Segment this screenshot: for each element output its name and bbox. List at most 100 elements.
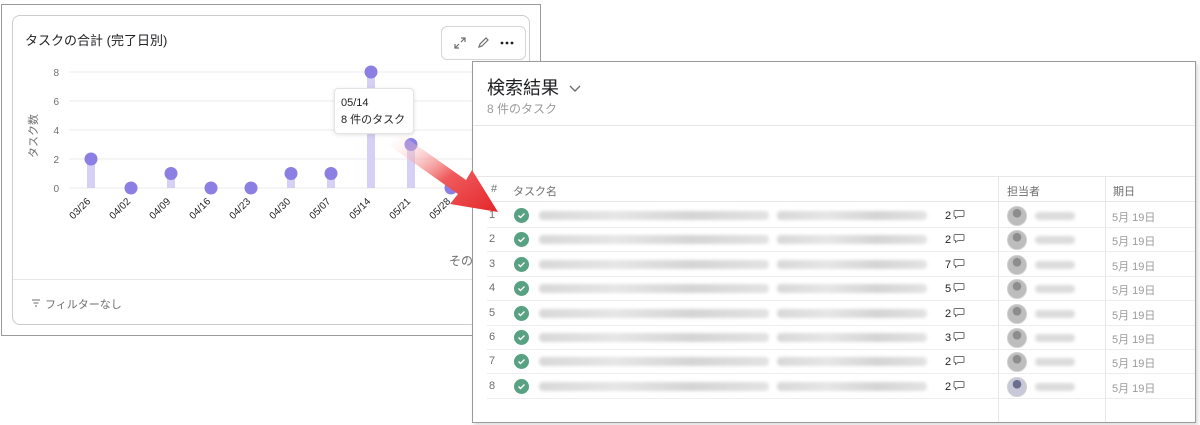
table-row[interactable]: 8 2 5月 19日 <box>487 375 1195 399</box>
comment-count[interactable]: 2 <box>945 307 965 321</box>
point-03/26[interactable] <box>84 152 98 166</box>
table-header: # タスク名 担当者 期日 <box>473 176 1195 202</box>
avatar[interactable] <box>1007 303 1027 324</box>
x-tick-label: 05/07 <box>308 196 334 222</box>
completed-check-icon[interactable] <box>514 208 529 223</box>
comment-count[interactable]: 2 <box>945 355 965 369</box>
comment-count-value: 2 <box>945 234 952 247</box>
point-04/02[interactable] <box>124 181 138 195</box>
avatar[interactable] <box>1007 206 1027 226</box>
point-04/23[interactable] <box>244 181 258 195</box>
task-name-redacted <box>777 381 927 391</box>
comment-count-value: 2 <box>945 210 952 222</box>
tooltip-date: 05/14 <box>341 97 369 109</box>
completed-check-icon[interactable] <box>514 305 529 321</box>
due-date[interactable]: 5月 19日 <box>1112 307 1155 323</box>
assignee-name-redacted <box>1035 236 1075 245</box>
row-number: 4 <box>489 282 496 295</box>
footer-divider <box>13 279 529 280</box>
due-date[interactable]: 5月 19日 <box>1112 331 1155 347</box>
results-count: 8 件のタスク <box>487 102 558 116</box>
point-05/14[interactable] <box>364 65 378 79</box>
row-number: 2 <box>489 233 496 246</box>
due-date[interactable]: 5月 19日 <box>1112 233 1155 249</box>
x-tick-label: 04/09 <box>148 196 174 222</box>
row-number: 5 <box>489 306 496 319</box>
y-tick-label: 4 <box>53 126 59 137</box>
comment-count-value: 5 <box>945 283 952 296</box>
comment-count-value: 3 <box>945 332 952 344</box>
filter-icon <box>31 298 41 311</box>
point-05/07[interactable] <box>324 167 338 180</box>
assignee-name-redacted <box>1035 334 1075 342</box>
comment-icon <box>953 380 965 394</box>
completed-check-icon[interactable] <box>514 232 529 248</box>
completed-check-icon[interactable] <box>514 281 529 297</box>
table-row[interactable]: 4 5 5月 19日 <box>487 277 1195 302</box>
task-name-redacted <box>539 357 769 367</box>
task-name-redacted <box>539 211 769 220</box>
col-header-task[interactable]: タスク名 <box>513 183 557 199</box>
x-tick-label: 04/02 <box>108 196 134 222</box>
point-04/09[interactable] <box>164 167 178 180</box>
due-date[interactable]: 5月 19日 <box>1112 209 1155 225</box>
task-name-redacted <box>539 308 769 318</box>
comment-count[interactable]: 2 <box>945 380 965 394</box>
assignee-name-redacted <box>1035 260 1075 269</box>
avatar[interactable] <box>1007 328 1027 348</box>
avatar[interactable] <box>1007 376 1027 397</box>
y-tick-label: 6 <box>53 97 59 108</box>
completed-check-icon[interactable] <box>514 354 529 370</box>
avatar[interactable] <box>1007 254 1027 275</box>
comment-icon <box>953 258 965 272</box>
comment-icon <box>953 307 965 321</box>
table-row[interactable]: 5 2 5月 19日 <box>487 302 1195 326</box>
comment-icon <box>953 355 965 369</box>
table-row[interactable]: 3 7 5月 19日 <box>487 253 1195 277</box>
due-date[interactable]: 5月 19日 <box>1112 380 1155 396</box>
completed-check-icon[interactable] <box>514 256 529 272</box>
col-header-due[interactable]: 期日 <box>1113 183 1135 199</box>
table-row[interactable]: 1 2 5月 19日 <box>487 204 1195 228</box>
comment-count[interactable]: 3 <box>945 331 965 345</box>
results-divider <box>473 125 1195 126</box>
completed-check-icon[interactable] <box>514 378 529 394</box>
comment-icon <box>953 209 965 223</box>
point-04/30[interactable] <box>284 167 298 180</box>
col-header-assignee[interactable]: 担当者 <box>1007 183 1040 199</box>
due-date[interactable]: 5月 19日 <box>1112 282 1155 298</box>
comment-count[interactable]: 5 <box>945 282 965 296</box>
search-results-panel: 検索結果 8 件のタスク # タスク名 担当者 期日 1 2 5月 19日 2 2 5月 … <box>472 61 1196 423</box>
task-name-redacted <box>539 333 769 342</box>
red-arrow <box>390 132 498 212</box>
y-tick-label: 8 <box>53 68 59 79</box>
task-name-redacted <box>777 284 927 294</box>
avatar[interactable] <box>1007 352 1027 373</box>
comment-icon <box>953 282 965 296</box>
comment-count[interactable]: 7 <box>945 258 965 272</box>
due-date[interactable]: 5月 19日 <box>1112 355 1155 371</box>
completed-check-icon[interactable] <box>514 330 529 345</box>
task-name-redacted <box>777 308 927 318</box>
avatar[interactable] <box>1007 279 1027 300</box>
assignee-name-redacted <box>1035 309 1075 318</box>
x-tick-label: 04/16 <box>188 196 214 222</box>
task-name-redacted <box>539 381 769 391</box>
results-title-dropdown[interactable]: 検索結果 <box>487 74 581 100</box>
comment-count-value: 2 <box>945 307 952 320</box>
filter-button[interactable]: フィルターなし <box>31 296 122 312</box>
comment-count[interactable]: 2 <box>945 233 965 247</box>
task-name-redacted <box>777 357 927 367</box>
comment-count-value: 7 <box>945 258 952 271</box>
comment-count[interactable]: 2 <box>945 209 965 223</box>
table-row[interactable]: 6 3 5月 19日 <box>487 326 1195 350</box>
task-name-redacted <box>539 284 769 294</box>
table-row[interactable]: 7 2 5月 19日 <box>487 350 1195 375</box>
task-name-redacted <box>777 211 927 220</box>
row-number: 8 <box>489 379 496 392</box>
due-date[interactable]: 5月 19日 <box>1112 258 1155 274</box>
table-row[interactable]: 2 2 5月 19日 <box>487 228 1195 253</box>
assignee-name-redacted <box>1035 382 1075 391</box>
point-04/16[interactable] <box>204 181 218 195</box>
avatar[interactable] <box>1007 230 1027 251</box>
